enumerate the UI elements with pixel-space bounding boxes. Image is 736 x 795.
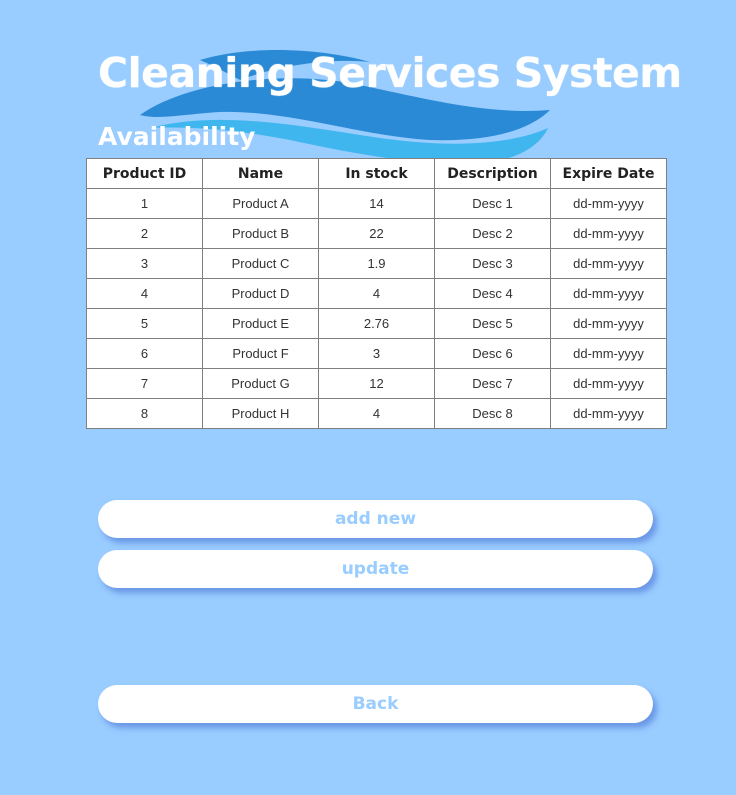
add-new-button[interactable]: add new (98, 500, 653, 538)
cell-name: Product E (202, 308, 319, 339)
cell-product-id: 8 (86, 398, 203, 429)
cell-expire-date: dd-mm-yyyy (550, 278, 667, 309)
table-row: 7 Product G 12 Desc 7 dd-mm-yyyy (86, 368, 667, 399)
cell-expire-date: dd-mm-yyyy (550, 398, 667, 429)
table-row: 3 Product C 1.9 Desc 3 dd-mm-yyyy (86, 248, 667, 279)
cell-product-id: 6 (86, 338, 203, 369)
cell-description: Desc 1 (434, 188, 551, 219)
cell-product-id: 4 (86, 278, 203, 309)
cell-expire-date: dd-mm-yyyy (550, 308, 667, 339)
cell-description: Desc 5 (434, 308, 551, 339)
app-title: Cleaning Services System (98, 49, 682, 97)
update-button[interactable]: update (98, 550, 653, 588)
cell-product-id: 5 (86, 308, 203, 339)
cell-in-stock: 22 (318, 218, 435, 249)
cell-description: Desc 4 (434, 278, 551, 309)
cell-in-stock: 2.76 (318, 308, 435, 339)
cell-name: Product B (202, 218, 319, 249)
cell-description: Desc 3 (434, 248, 551, 279)
cell-in-stock: 4 (318, 398, 435, 429)
back-button[interactable]: Back (98, 685, 653, 723)
column-header-description: Description (434, 158, 551, 189)
cell-expire-date: dd-mm-yyyy (550, 248, 667, 279)
table-row: 2 Product B 22 Desc 2 dd-mm-yyyy (86, 218, 667, 249)
cell-expire-date: dd-mm-yyyy (550, 218, 667, 249)
table-row: 5 Product E 2.76 Desc 5 dd-mm-yyyy (86, 308, 667, 339)
table-row: 1 Product A 14 Desc 1 dd-mm-yyyy (86, 188, 667, 219)
table-body: 1 Product A 14 Desc 1 dd-mm-yyyy 2 Produ… (86, 188, 667, 429)
cell-expire-date: dd-mm-yyyy (550, 188, 667, 219)
cell-expire-date: dd-mm-yyyy (550, 338, 667, 369)
cell-description: Desc 2 (434, 218, 551, 249)
cell-description: Desc 6 (434, 338, 551, 369)
column-header-name: Name (202, 158, 319, 189)
cell-product-id: 7 (86, 368, 203, 399)
cell-description: Desc 8 (434, 398, 551, 429)
cell-name: Product H (202, 398, 319, 429)
column-header-in-stock: In stock (318, 158, 435, 189)
cell-product-id: 1 (86, 188, 203, 219)
table-row: 8 Product H 4 Desc 8 dd-mm-yyyy (86, 398, 667, 429)
section-title: Availability (98, 122, 256, 151)
cell-in-stock: 14 (318, 188, 435, 219)
table-header-row: Product ID Name In stock Description Exp… (86, 158, 667, 189)
cell-name: Product G (202, 368, 319, 399)
column-header-expire-date: Expire Date (550, 158, 667, 189)
cell-in-stock: 12 (318, 368, 435, 399)
table-row: 6 Product F 3 Desc 6 dd-mm-yyyy (86, 338, 667, 369)
cell-product-id: 2 (86, 218, 203, 249)
cell-expire-date: dd-mm-yyyy (550, 368, 667, 399)
table-row: 4 Product D 4 Desc 4 dd-mm-yyyy (86, 278, 667, 309)
cell-description: Desc 7 (434, 368, 551, 399)
cell-name: Product C (202, 248, 319, 279)
cell-name: Product A (202, 188, 319, 219)
cell-in-stock: 4 (318, 278, 435, 309)
availability-table: Product ID Name In stock Description Exp… (86, 158, 667, 429)
cell-name: Product F (202, 338, 319, 369)
cell-name: Product D (202, 278, 319, 309)
cell-in-stock: 1.9 (318, 248, 435, 279)
cell-in-stock: 3 (318, 338, 435, 369)
column-header-product-id: Product ID (86, 158, 203, 189)
cell-product-id: 3 (86, 248, 203, 279)
